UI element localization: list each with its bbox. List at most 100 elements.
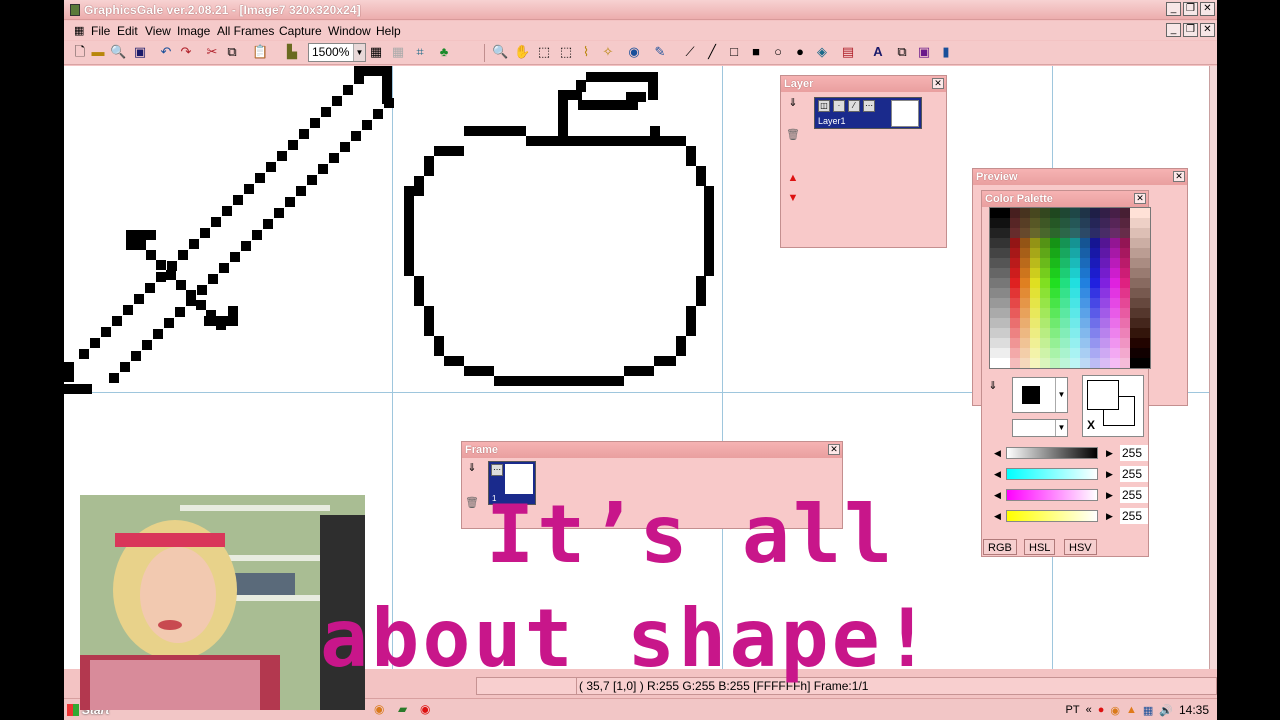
palette-swatch[interactable] [1070,278,1080,288]
doc-restore-button[interactable]: ❐ [1183,23,1198,37]
palette-swatch[interactable] [1010,358,1020,368]
palette-swatch[interactable] [990,268,1000,278]
slider-value[interactable]: 255 [1120,445,1148,461]
palette-swatch[interactable] [1050,318,1060,328]
palette-swatch[interactable] [1080,228,1090,238]
palette-swatch[interactable] [1100,278,1110,288]
palette-swatch[interactable] [1110,288,1120,298]
palette-swatch[interactable] [1130,288,1140,298]
palette-swatch[interactable] [1120,268,1130,278]
palette-swatch[interactable] [1010,238,1020,248]
menu-image[interactable]: Image [177,24,210,38]
palette-swatch[interactable] [1070,248,1080,258]
palette-swatch[interactable] [1050,258,1060,268]
palette-swatch[interactable] [1130,328,1140,338]
tab-hsl[interactable]: HSL [1024,539,1056,555]
menu-help[interactable]: Help [376,24,401,38]
pattern-selector[interactable]: ▼ [1012,419,1068,437]
palette-swatch[interactable] [1080,348,1090,358]
palette-swatch[interactable] [1130,298,1140,308]
palette-swatch[interactable] [1010,218,1020,228]
palette-swatch[interactable] [1000,228,1010,238]
chevron-down-icon[interactable]: ▼ [1055,378,1067,412]
palette-swatch[interactable] [1080,298,1090,308]
add-layer-icon[interactable]: ⇓ [786,96,800,110]
tab-hsv[interactable]: HSV [1064,539,1097,555]
options-icon[interactable]: ⋯ [863,100,875,112]
app-tray-icon[interactable]: ▰ [398,702,407,716]
palette-swatch[interactable] [1060,348,1070,358]
palette-swatch[interactable] [1070,358,1080,368]
zoom-icon[interactable]: 🔍 [110,44,126,61]
palette-swatch[interactable] [1080,288,1090,298]
palette-swatch[interactable] [1140,288,1150,298]
vertical-scrollbar[interactable] [1209,66,1217,669]
palette-swatch[interactable] [1030,348,1040,358]
chevron-right-icon[interactable]: ▶ [1106,467,1113,481]
text-icon[interactable]: A [870,44,886,61]
zoom-dropdown[interactable]: 1500% ▼ [308,43,366,62]
palette-swatch[interactable] [1110,338,1120,348]
palette-swatch[interactable] [1020,218,1030,228]
stamp-icon[interactable]: ▙ [284,44,300,61]
select-rect-icon[interactable]: ⬚ [536,44,552,61]
palette-swatch[interactable] [1020,228,1030,238]
palette-swatch[interactable] [1020,248,1030,258]
expand-tray-icon[interactable]: « [1086,704,1092,716]
palette-swatch[interactable] [1000,338,1010,348]
palette-swatch[interactable] [1010,258,1020,268]
redo-icon[interactable]: ↷ [178,44,194,61]
chevron-right-icon[interactable]: ▶ [1106,446,1113,460]
palette-swatch[interactable] [1110,318,1120,328]
menu-window[interactable]: Window [328,24,371,38]
palette-swatch[interactable] [1110,268,1120,278]
palette-swatch[interactable] [1140,358,1150,368]
palette-swatch[interactable] [1070,268,1080,278]
palette-swatch[interactable] [1060,218,1070,228]
palette-swatch[interactable] [1000,208,1010,218]
palette-swatch[interactable] [1100,218,1110,228]
grid-icon[interactable]: ▦ [368,44,384,61]
palette-swatch[interactable] [1060,328,1070,338]
blender-icon[interactable]: ◉ [374,702,384,716]
palette-swatch[interactable] [1070,208,1080,218]
palette-swatch[interactable] [1010,318,1020,328]
minimize-button[interactable]: _ [1166,2,1181,16]
palette-swatch[interactable] [1020,328,1030,338]
palette-swatch[interactable] [1040,358,1050,368]
palette-swatch[interactable] [990,328,1000,338]
doc-minimize-button[interactable]: _ [1166,23,1181,37]
volume-icon[interactable]: 🔊 [1159,704,1173,717]
eyedropper-icon[interactable]: ✎ [652,44,668,61]
palette-swatch[interactable] [1120,228,1130,238]
palette-swatch[interactable] [1050,308,1060,318]
palette-swatch[interactable] [1080,268,1090,278]
palette-swatch[interactable] [1030,308,1040,318]
palette-swatch[interactable] [1140,278,1150,288]
palette-swatch[interactable] [1050,238,1060,248]
gradient-icon[interactable]: ▤ [840,44,856,61]
palette-swatch[interactable] [1010,298,1020,308]
palette-swatch[interactable] [1110,358,1120,368]
palette-swatch[interactable] [1050,208,1060,218]
trash-icon[interactable]: 🗑 [465,496,479,510]
cut-icon[interactable]: ✂ [204,44,220,61]
palette-swatch[interactable] [1030,278,1040,288]
palette-swatch[interactable] [1040,218,1050,228]
palette-swatch[interactable] [1130,238,1140,248]
palette-swatch[interactable] [1080,278,1090,288]
palette-swatch[interactable] [1110,258,1120,268]
palette-swatch[interactable] [990,358,1000,368]
palette-swatch[interactable] [1080,218,1090,228]
palette-swatch[interactable] [1000,288,1010,298]
palette-swatch[interactable] [1120,298,1130,308]
filled-ellipse-icon[interactable]: ● [792,44,808,61]
palette-swatch[interactable] [1120,238,1130,248]
palette-swatch[interactable] [1100,308,1110,318]
palette-swatch[interactable] [1080,318,1090,328]
palette-swatch[interactable] [1050,228,1060,238]
palette-swatch[interactable] [1060,308,1070,318]
palette-swatch[interactable] [1030,288,1040,298]
slider-track[interactable] [1006,468,1098,480]
palette-swatch[interactable] [1010,248,1020,258]
